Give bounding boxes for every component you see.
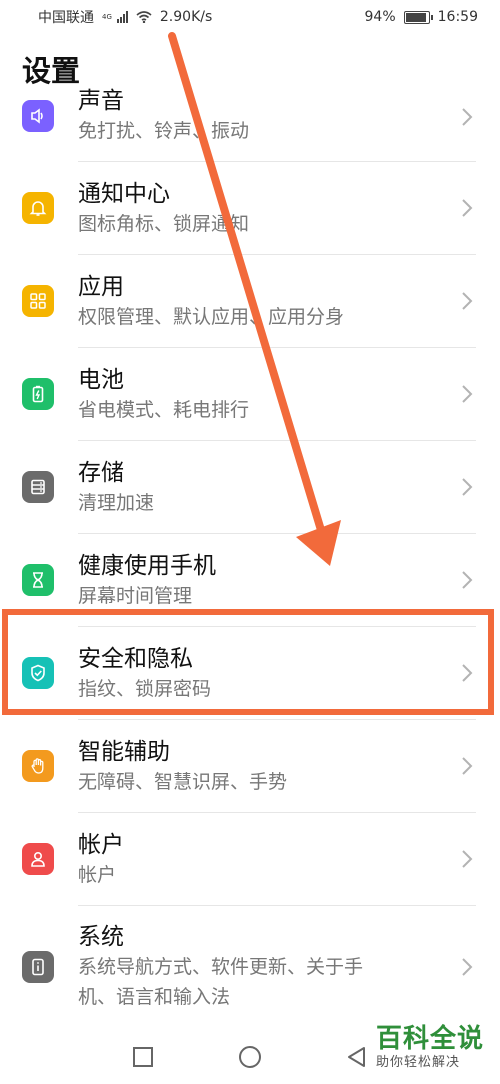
settings-item-accounts[interactable]: 帐户 帐户 bbox=[0, 813, 500, 905]
settings-item-subtitle: 免打扰、铃声、振动 bbox=[78, 120, 250, 142]
carrier-label: 中国联通 bbox=[38, 10, 94, 26]
phone-info-icon bbox=[22, 951, 54, 983]
settings-item-subtitle: 屏幕时间管理 bbox=[78, 585, 193, 607]
settings-item-title: 系统 bbox=[78, 924, 124, 950]
chevron-right-icon bbox=[462, 292, 473, 310]
chevron-right-icon bbox=[462, 664, 473, 682]
settings-item-subtitle: 指纹、锁屏密码 bbox=[78, 678, 212, 700]
status-left: 中国联通 4G 2.90K/s bbox=[38, 7, 212, 27]
settings-item-text: 应用 权限管理、默认应用、应用分身 bbox=[78, 272, 344, 332]
storage-icon bbox=[22, 471, 54, 503]
watermark: 百科全说 助你轻松解决 bbox=[376, 1024, 484, 1072]
settings-item-digital-balance[interactable]: 健康使用手机 屏幕时间管理 bbox=[0, 534, 500, 626]
recent-apps-icon[interactable] bbox=[130, 1044, 156, 1070]
back-icon[interactable] bbox=[344, 1044, 370, 1070]
settings-item-storage[interactable]: 存储 清理加速 bbox=[0, 441, 500, 533]
battery-icon bbox=[22, 378, 54, 410]
settings-item-title: 健康使用手机 bbox=[78, 553, 216, 579]
settings-item-text: 安全和隐私 指纹、锁屏密码 bbox=[78, 644, 211, 704]
home-icon[interactable] bbox=[237, 1044, 263, 1070]
chevron-right-icon bbox=[462, 571, 473, 589]
settings-item-title: 存储 bbox=[78, 460, 124, 486]
chevron-right-icon bbox=[462, 199, 473, 217]
hand-icon bbox=[22, 750, 54, 782]
settings-item-subtitle-line2: 机、语言和输入法 bbox=[78, 986, 231, 1008]
battery-percent: 94% bbox=[364, 9, 396, 25]
apps-grid-icon bbox=[22, 285, 54, 317]
page-title: 设置 bbox=[22, 54, 81, 88]
chevron-right-icon bbox=[462, 757, 473, 775]
settings-item-subtitle: 系统导航方式、软件更新、关于手 bbox=[78, 956, 364, 978]
settings-item-text: 帐户 帐户 bbox=[78, 830, 124, 890]
settings-item-title: 安全和隐私 bbox=[78, 646, 193, 672]
settings-item-title: 智能辅助 bbox=[78, 739, 170, 765]
settings-item-system[interactable]: 系统 系统导航方式、软件更新、关于手 机、语言和输入法 bbox=[0, 906, 500, 1028]
shield-check-icon bbox=[22, 657, 54, 689]
settings-item-subtitle: 图标角标、锁屏通知 bbox=[78, 213, 250, 235]
watermark-main: 百科全说 bbox=[376, 1024, 485, 1054]
battery-status-icon bbox=[403, 10, 433, 24]
status-right: 94% 16:59 bbox=[365, 9, 478, 25]
chevron-right-icon bbox=[462, 958, 473, 976]
settings-item-text: 声音 免打扰、铃声、振动 bbox=[78, 86, 249, 146]
network-speed: 2.90K/s bbox=[159, 9, 213, 25]
settings-item-subtitle: 权限管理、默认应用、应用分身 bbox=[78, 306, 345, 328]
bell-icon bbox=[22, 192, 54, 224]
settings-item-subtitle: 帐户 bbox=[78, 864, 117, 886]
settings-item-title: 通知中心 bbox=[78, 181, 170, 207]
settings-item-text: 健康使用手机 屏幕时间管理 bbox=[78, 551, 216, 611]
person-icon bbox=[22, 843, 54, 875]
settings-item-battery[interactable]: 电池 省电模式、耗电排行 bbox=[0, 348, 500, 440]
hourglass-icon bbox=[22, 564, 54, 596]
settings-item-title: 电池 bbox=[78, 367, 124, 393]
settings-item-sound[interactable]: 声音 免打扰、铃声、振动 bbox=[0, 88, 500, 158]
settings-item-apps[interactable]: 应用 权限管理、默认应用、应用分身 bbox=[0, 255, 500, 347]
chevron-right-icon bbox=[462, 108, 473, 126]
settings-item-smart-assist[interactable]: 智能辅助 无障碍、智慧识屏、手势 bbox=[0, 720, 500, 812]
settings-item-security-privacy[interactable]: 安全和隐私 指纹、锁屏密码 bbox=[0, 627, 500, 719]
status-bar: 中国联通 4G 2.90K/s 94% 16:59 bbox=[0, 0, 500, 34]
signal-icon bbox=[116, 11, 128, 23]
settings-item-notifications[interactable]: 通知中心 图标角标、锁屏通知 bbox=[0, 162, 500, 254]
wifi-icon bbox=[136, 11, 152, 23]
watermark-sub: 助你轻松解决 bbox=[376, 1055, 461, 1070]
settings-item-text: 通知中心 图标角标、锁屏通知 bbox=[78, 179, 249, 239]
chevron-right-icon bbox=[462, 385, 473, 403]
settings-item-title: 声音 bbox=[78, 88, 124, 114]
chevron-right-icon bbox=[462, 478, 473, 496]
settings-item-text: 智能辅助 无障碍、智慧识屏、手势 bbox=[78, 737, 287, 797]
settings-item-title: 帐户 bbox=[78, 832, 124, 858]
settings-item-text: 电池 省电模式、耗电排行 bbox=[78, 365, 249, 425]
chevron-right-icon bbox=[462, 850, 473, 868]
settings-item-text: 系统 系统导航方式、软件更新、关于手 机、语言和输入法 bbox=[78, 922, 363, 1012]
settings-item-subtitle: 无障碍、智慧识屏、手势 bbox=[78, 771, 288, 793]
settings-item-text: 存储 清理加速 bbox=[78, 458, 154, 518]
speaker-icon bbox=[22, 100, 54, 132]
settings-item-title: 应用 bbox=[78, 274, 124, 300]
settings-item-subtitle: 清理加速 bbox=[78, 492, 155, 514]
settings-item-subtitle: 省电模式、耗电排行 bbox=[78, 399, 250, 421]
battery-fill bbox=[405, 12, 427, 22]
clock: 16:59 bbox=[437, 9, 478, 25]
network-tag: 4G bbox=[102, 13, 112, 21]
